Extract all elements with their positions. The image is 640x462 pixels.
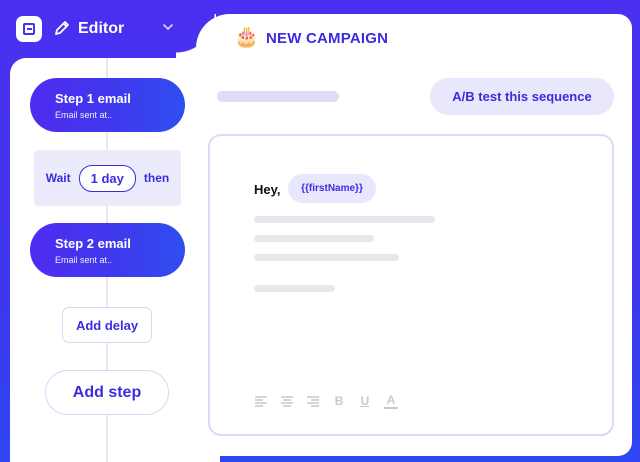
align-right-icon[interactable]	[306, 393, 320, 409]
campaign-title: NEW CAMPAIGN	[266, 30, 389, 47]
ab-test-button[interactable]: A/B test this sequence	[430, 78, 614, 115]
pencil-icon	[52, 19, 72, 39]
underline-button[interactable]: U	[358, 393, 372, 409]
wait-prefix: Wait	[45, 171, 71, 185]
step-2-subtitle: Email sent at..	[55, 255, 113, 265]
text-line-placeholder	[254, 216, 435, 223]
step-1-email-card[interactable]: Step 1 email Email sent at..	[30, 78, 185, 132]
app-frame: Editor 🎂 NEW CAMPAIGN Step 1 email Email…	[0, 0, 640, 462]
first-name-token[interactable]: {{firstName}}	[288, 174, 376, 203]
step-2-title: Step 2 email	[55, 236, 131, 251]
format-toolbar: B U A	[254, 392, 398, 410]
step-1-subtitle: Email sent at..	[55, 110, 113, 120]
email-greeting: Hey,	[254, 182, 281, 197]
subject-line-placeholder[interactable]	[217, 91, 339, 102]
align-left-icon[interactable]	[254, 393, 268, 409]
panel-curve	[176, 14, 216, 62]
text-line-placeholder	[254, 235, 374, 242]
chevron-down-icon[interactable]	[162, 20, 174, 32]
text-color-button[interactable]: A	[384, 393, 398, 409]
align-center-icon[interactable]	[280, 393, 294, 409]
bold-button[interactable]: B	[332, 393, 346, 409]
mode-label[interactable]: Editor	[78, 19, 124, 39]
text-line-placeholder	[254, 254, 399, 261]
wait-suffix: then	[143, 171, 170, 185]
app-logo[interactable]	[16, 16, 42, 42]
delay-duration-select[interactable]: 1 day	[78, 164, 136, 192]
cake-icon: 🎂	[234, 26, 259, 48]
logo-icon	[23, 23, 35, 35]
text-line-placeholder	[254, 285, 335, 292]
step-2-email-card[interactable]: Step 2 email Email sent at..	[30, 223, 185, 277]
wait-delay-block: Wait 1 day then	[34, 150, 181, 206]
add-delay-button[interactable]: Add delay	[62, 307, 152, 343]
add-step-button[interactable]: Add step	[45, 370, 169, 415]
step-1-title: Step 1 email	[55, 91, 131, 106]
